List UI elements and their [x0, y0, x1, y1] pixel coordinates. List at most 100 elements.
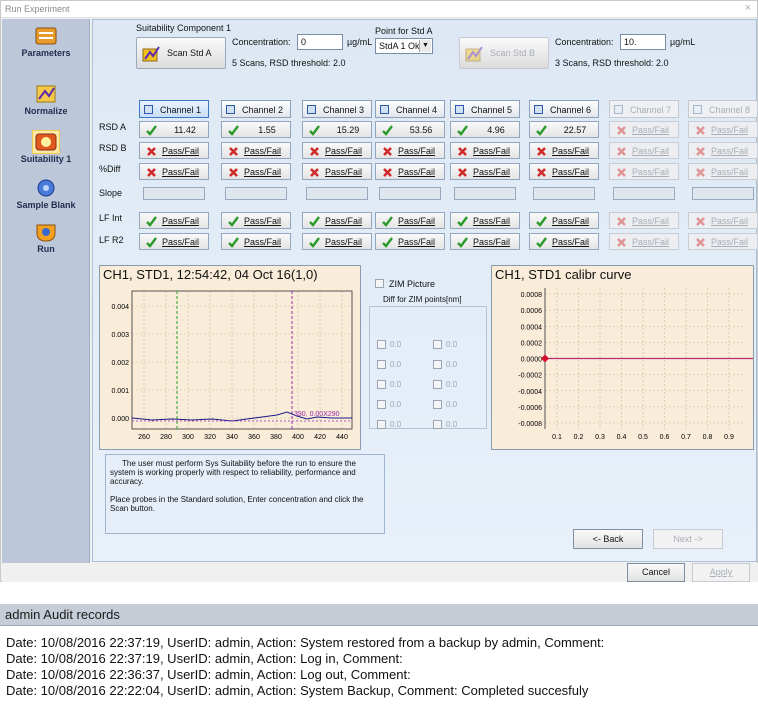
lf-r2-cell-ch4[interactable]: Pass/Fail: [375, 233, 445, 250]
rsd-b-cell-ch6[interactable]: Pass/Fail: [529, 142, 599, 159]
apply-button[interactable]: Apply: [692, 563, 750, 582]
channel-2-toggle[interactable]: Channel 2: [221, 100, 291, 118]
rsd-b-cell-ch8[interactable]: Pass/Fail: [688, 142, 758, 159]
zim-point-checkbox[interactable]: [433, 380, 442, 389]
pdiff-cell-ch5[interactable]: Pass/Fail: [450, 163, 520, 180]
audit-record: Date: 10/08/2016 22:36:37, UserID: admin…: [6, 667, 411, 682]
rsd-a-cell-ch8[interactable]: Pass/Fail: [688, 121, 758, 138]
zim-point-checkbox[interactable]: [433, 400, 442, 409]
std-a-concentration-input[interactable]: 0: [297, 34, 343, 50]
sidebar-item-normalize[interactable]: Normalize: [2, 83, 90, 116]
lf-int-cell-ch3[interactable]: Pass/Fail: [302, 212, 372, 229]
cross-icon: [309, 146, 320, 157]
audit-record: Date: 10/08/2016 22:37:19, UserID: admin…: [6, 635, 605, 650]
lf-r2-cell-ch7[interactable]: Pass/Fail: [609, 233, 679, 250]
cell-value: Pass/Fail: [711, 167, 749, 177]
rsd-a-cell-ch1[interactable]: 11.42: [139, 121, 209, 138]
pdiff-cell-ch4[interactable]: Pass/Fail: [375, 163, 445, 180]
y-tick-label: 0.0002: [521, 340, 543, 347]
pdiff-cell-ch3[interactable]: Pass/Fail: [302, 163, 372, 180]
channel-7-toggle[interactable]: Channel 7: [609, 100, 679, 118]
rsd-a-cell-ch7[interactable]: Pass/Fail: [609, 121, 679, 138]
check-icon: [146, 125, 157, 136]
zim-point-checkbox[interactable]: [377, 360, 386, 369]
lf-int-cell-ch5[interactable]: Pass/Fail: [450, 212, 520, 229]
cell-value: 22.57: [563, 125, 587, 135]
lf-int-cell-ch2[interactable]: Pass/Fail: [221, 212, 291, 229]
rsd-b-cell-ch2[interactable]: Pass/Fail: [221, 142, 291, 159]
channel-1-toggle[interactable]: Channel 1: [139, 100, 209, 118]
close-icon[interactable]: ×: [745, 2, 751, 14]
channel-6-toggle[interactable]: Channel 6: [529, 100, 599, 118]
y-tick-label: -0.0008: [518, 421, 542, 428]
scan-std-a-button[interactable]: Scan Std A: [136, 37, 226, 69]
lf-r2-cell-ch6[interactable]: Pass/Fail: [529, 233, 599, 250]
zim-point-checkbox[interactable]: [433, 340, 442, 349]
point-select[interactable]: StdA 1 Ok ▼: [375, 38, 433, 54]
cell-value: Pass/Fail: [325, 237, 363, 247]
rsd-a-cell-ch4[interactable]: 53.56: [375, 121, 445, 138]
cell-value: Pass/Fail: [632, 125, 670, 135]
rsd-b-cell-ch1[interactable]: Pass/Fail: [139, 142, 209, 159]
rsd-b-cell-ch5[interactable]: Pass/Fail: [450, 142, 520, 159]
cross-icon: [228, 146, 239, 157]
lf-int-cell-ch1[interactable]: Pass/Fail: [139, 212, 209, 229]
rsd-a-cell-ch3[interactable]: 15.29: [302, 121, 372, 138]
channel-8-toggle[interactable]: Channel 8: [688, 100, 758, 118]
lf-r2-cell-ch3[interactable]: Pass/Fail: [302, 233, 372, 250]
std-b-concentration-input[interactable]: 10.: [620, 34, 666, 50]
slope-field-ch7: [613, 187, 675, 200]
cell-value: Pass/Fail: [162, 237, 200, 247]
back-button[interactable]: <- Back: [573, 529, 643, 549]
pdiff-cell-ch6[interactable]: Pass/Fail: [529, 163, 599, 180]
lf-r2-cell-ch5[interactable]: Pass/Fail: [450, 233, 520, 250]
rsd-a-cell-ch6[interactable]: 22.57: [529, 121, 599, 138]
sidebar-item-parameters[interactable]: Parameters: [2, 25, 90, 58]
pdiff-cell-ch1[interactable]: Pass/Fail: [139, 163, 209, 180]
lf-int-cell-ch4[interactable]: Pass/Fail: [375, 212, 445, 229]
lf-r2-cell-ch2[interactable]: Pass/Fail: [221, 233, 291, 250]
rsd-a-cell-ch2[interactable]: 1.55: [221, 121, 291, 138]
calibration-chart: CH1, STD1 calibr curve 0.0008 0.0006 0.000…: [491, 265, 754, 450]
pdiff-cell-ch2[interactable]: Pass/Fail: [221, 163, 291, 180]
zim-point-checkbox[interactable]: [377, 420, 386, 429]
channel-label: Channel 6: [550, 105, 592, 115]
lf-int-cell-ch8[interactable]: Pass/Fail: [688, 212, 758, 229]
cross-icon: [228, 167, 239, 178]
rsd-a-cell-ch5[interactable]: 4.96: [450, 121, 520, 138]
channel-checkbox-icon: [226, 105, 235, 114]
suitability-component-label: Suitability Component 1: [136, 23, 232, 33]
zim-point-checkbox[interactable]: [433, 420, 442, 429]
rsd-b-cell-ch4[interactable]: Pass/Fail: [375, 142, 445, 159]
zim-point-value: 0.0: [390, 400, 402, 409]
rsd-b-cell-ch3[interactable]: Pass/Fail: [302, 142, 372, 159]
channel-3-toggle[interactable]: Channel 3: [302, 100, 372, 118]
lf-r2-cell-ch8[interactable]: Pass/Fail: [688, 233, 758, 250]
channel-checkbox-icon: [380, 105, 389, 114]
zim-point-checkbox[interactable]: [377, 380, 386, 389]
sidebar-item-suitability[interactable]: Suitability 1: [2, 130, 90, 164]
cancel-button[interactable]: Cancel: [627, 563, 685, 582]
sidebar-item-label: Run: [37, 244, 55, 254]
channel-5-toggle[interactable]: Channel 5: [450, 100, 520, 118]
sidebar-item-run[interactable]: Run: [2, 221, 90, 254]
channel-4-toggle[interactable]: Channel 4: [375, 100, 445, 118]
channel-label: Channel 8: [709, 105, 751, 115]
zim-picture-checkbox[interactable]: [375, 279, 384, 288]
zim-point-value: 0.0: [446, 380, 458, 389]
zim-point-checkbox[interactable]: [433, 360, 442, 369]
rsd-b-cell-ch7[interactable]: Pass/Fail: [609, 142, 679, 159]
lf-int-cell-ch7[interactable]: Pass/Fail: [609, 212, 679, 229]
zim-point-value: 0.0: [446, 420, 458, 429]
next-button[interactable]: Next ->: [653, 529, 723, 549]
zim-point-checkbox[interactable]: [377, 400, 386, 409]
sidebar-item-sample-blank[interactable]: Sample Blank: [2, 177, 90, 210]
pdiff-cell-ch7[interactable]: Pass/Fail: [609, 163, 679, 180]
lf-r2-cell-ch1[interactable]: Pass/Fail: [139, 233, 209, 250]
lf-int-cell-ch6[interactable]: Pass/Fail: [529, 212, 599, 229]
zim-point-checkbox[interactable]: [377, 340, 386, 349]
scan-std-b-button[interactable]: Scan Std B: [459, 37, 549, 69]
cross-icon: [616, 125, 627, 136]
pdiff-cell-ch8[interactable]: Pass/Fail: [688, 163, 758, 180]
std-a-conc-label: Concentration:: [232, 37, 291, 47]
